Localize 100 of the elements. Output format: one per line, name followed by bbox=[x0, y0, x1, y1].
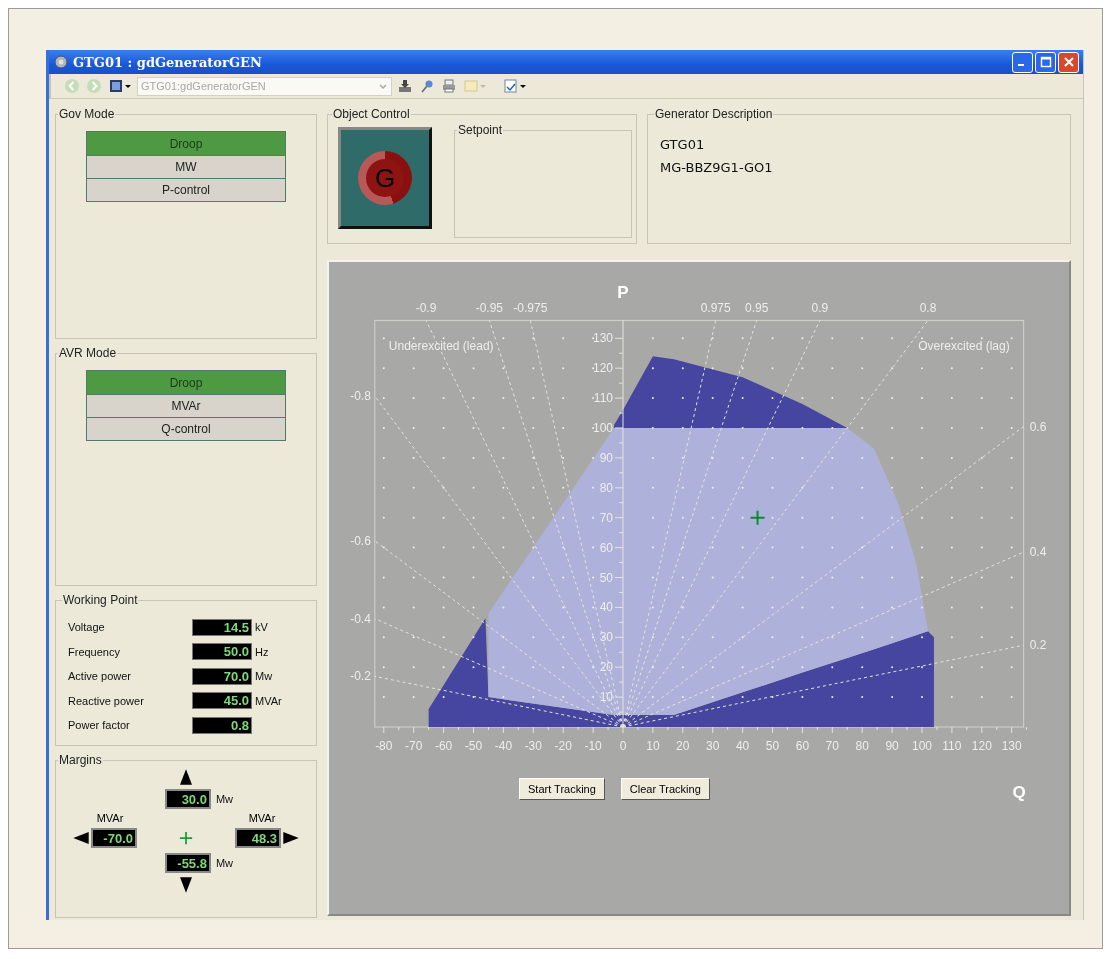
window-title: GTG01 : gdGeneratorGEN bbox=[73, 54, 262, 70]
tracking-button[interactable]: Clear Tracking bbox=[620, 778, 710, 800]
minimize-button[interactable] bbox=[1012, 51, 1033, 73]
value-display: 14.5 bbox=[192, 618, 252, 636]
axis-tick-label: 120 bbox=[592, 361, 613, 376]
axis-tick-label: 30 bbox=[706, 739, 720, 753]
value-display: -70.0 bbox=[91, 828, 137, 848]
axis-tick-label: 70 bbox=[825, 739, 839, 753]
axis-tick-label: 50 bbox=[765, 739, 780, 753]
measurement-label: Power factor bbox=[68, 719, 131, 732]
value-display: 45.0 bbox=[192, 692, 252, 710]
unit-label: kV bbox=[255, 621, 268, 634]
measurement-label: Frequency bbox=[68, 645, 121, 658]
unit-label: Mw bbox=[255, 670, 273, 683]
mode-button[interactable]: Droop bbox=[87, 132, 285, 155]
group-title: Working Point bbox=[62, 593, 139, 607]
group-title: AVR Mode bbox=[58, 346, 118, 360]
axis-tick-label: 110 bbox=[942, 739, 962, 753]
axis-title: P bbox=[617, 283, 629, 302]
axis-tick-label: 90 bbox=[885, 739, 899, 753]
mode-button[interactable]: Droop bbox=[87, 371, 285, 394]
group-title: Object Control bbox=[332, 107, 411, 121]
axis-tick-label: -80 bbox=[375, 739, 393, 753]
power-factor-label: -0.6 bbox=[350, 533, 371, 548]
up-arrow-icon bbox=[180, 768, 192, 786]
axis-tick-label: 10 bbox=[646, 739, 660, 753]
axis-tick-label: 130 bbox=[1001, 739, 1022, 753]
maximize-icon bbox=[1039, 56, 1052, 68]
description-text: MG-BBZ9G1-GO1 bbox=[660, 160, 774, 175]
axis-tick-label: -70 bbox=[405, 739, 423, 753]
axis-tick-label: 90 bbox=[599, 450, 613, 465]
axis-tick-label: 0 bbox=[619, 739, 627, 753]
power-factor-label: -0.2 bbox=[350, 669, 371, 684]
axis-tick-label: 70 bbox=[599, 510, 613, 525]
measurement-label: Reactive power bbox=[68, 694, 145, 707]
measurement-label: Active power bbox=[68, 670, 132, 683]
axis-tick-label: -50 bbox=[464, 739, 483, 753]
value-display: 0.8 bbox=[192, 716, 252, 734]
power-factor-label: 0.95 bbox=[745, 301, 769, 316]
power-factor-label: -0.95 bbox=[475, 301, 503, 316]
unit-label: Hz bbox=[255, 645, 269, 658]
axis-tick-label: -40 bbox=[494, 739, 513, 753]
axis-tick-label: 30 bbox=[599, 630, 613, 645]
value-display: 50.0 bbox=[192, 643, 252, 661]
power-factor-label: 0.8 bbox=[919, 301, 937, 316]
group-title: Margins bbox=[58, 753, 103, 767]
power-factor-label: -0.4 bbox=[350, 611, 371, 626]
download-tray-icon[interactable] bbox=[396, 78, 414, 94]
mode-button[interactable]: MW bbox=[87, 155, 285, 178]
value-display: 30.0 bbox=[164, 789, 211, 809]
unit-label: MVAr bbox=[248, 812, 277, 824]
axis-title: Q bbox=[1012, 783, 1026, 802]
axis-tick-label: 100 bbox=[592, 421, 613, 435]
axis-tick-label: 20 bbox=[676, 739, 690, 753]
app-icon bbox=[53, 54, 69, 70]
image-dropdown-icon[interactable] bbox=[107, 78, 133, 94]
axis-tick-label: 80 bbox=[599, 480, 613, 495]
group-title: Gov Mode bbox=[58, 107, 116, 121]
unit-label: Mw bbox=[215, 793, 234, 805]
crosshair-icon bbox=[749, 509, 766, 526]
axis-tick-label: 130 bbox=[592, 331, 613, 346]
power-factor-label: 0.4 bbox=[1029, 545, 1047, 560]
axis-tick-label: -20 bbox=[554, 739, 572, 753]
power-factor-label: -0.9 bbox=[415, 301, 437, 316]
axis-tick-label: 120 bbox=[971, 739, 992, 753]
crosshair-icon bbox=[179, 831, 193, 845]
region-label: Underexcited (lead) bbox=[388, 339, 494, 354]
value-display: -55.8 bbox=[164, 853, 211, 873]
left-arrow-icon bbox=[73, 832, 89, 844]
measurement-label: Voltage bbox=[68, 621, 106, 634]
page-dropdown-icon[interactable] bbox=[502, 78, 528, 94]
axis-tick-label: -30 bbox=[524, 739, 542, 753]
value-display: 70.0 bbox=[192, 667, 252, 685]
power-factor-label: -0.975 bbox=[513, 301, 548, 316]
right-arrow-icon bbox=[283, 832, 299, 844]
value-display: 48.3 bbox=[235, 828, 281, 848]
close-icon bbox=[1062, 56, 1075, 68]
mode-button[interactable]: Q-control bbox=[87, 417, 285, 440]
unit-label: MVAr bbox=[95, 812, 124, 824]
mode-button[interactable]: MVAr bbox=[87, 394, 285, 417]
axis-tick-label: 80 bbox=[855, 739, 869, 753]
minimize-icon bbox=[1017, 64, 1024, 66]
power-factor-label: 0.2 bbox=[1029, 638, 1047, 653]
axis-tick-label: 20 bbox=[599, 660, 613, 675]
tracking-button[interactable]: Start Tracking bbox=[519, 778, 605, 800]
region-label: Overexcited (lag) bbox=[918, 339, 1010, 354]
down-arrow-icon bbox=[180, 876, 192, 894]
power-factor-label: 0.6 bbox=[1029, 419, 1047, 434]
description-text: GTG01 bbox=[660, 137, 706, 152]
maximize-button[interactable] bbox=[1035, 51, 1056, 73]
printer-icon[interactable] bbox=[440, 78, 458, 94]
axis-tick-label: -60 bbox=[434, 739, 453, 753]
power-factor-label: -0.8 bbox=[350, 389, 371, 404]
axis-tick-label: 40 bbox=[735, 739, 750, 753]
power-factor-label: 0.975 bbox=[700, 301, 731, 316]
mode-button[interactable]: P-control bbox=[87, 178, 285, 201]
group-title: Setpoint bbox=[457, 123, 504, 137]
close-button[interactable] bbox=[1058, 51, 1079, 73]
axis-tick-label: 40 bbox=[599, 600, 613, 615]
axis-tick-label: 60 bbox=[795, 739, 810, 753]
